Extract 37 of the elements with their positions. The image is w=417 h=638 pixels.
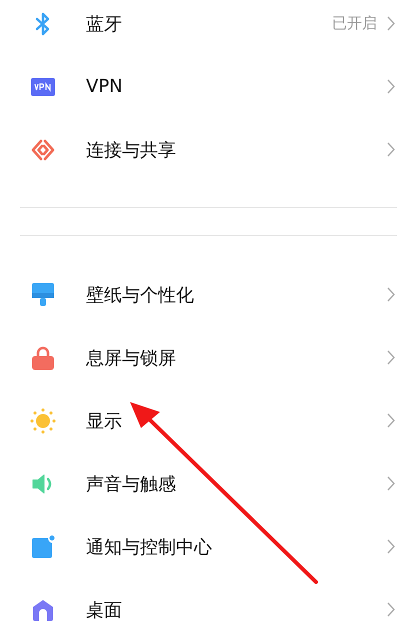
settings-item[interactable]: VPN xyxy=(0,55,417,118)
item-status: 已开启 xyxy=(332,14,377,33)
settings-item[interactable]: 显示 xyxy=(0,389,417,452)
item-label: 蓝牙 xyxy=(86,12,123,36)
settings-item[interactable]: 连接与共享 xyxy=(0,118,417,181)
vpn-icon xyxy=(31,78,55,96)
chevron-icon xyxy=(387,287,395,302)
chevron-icon xyxy=(387,79,395,94)
chevron-icon xyxy=(387,476,395,491)
chevron-icon xyxy=(387,413,395,428)
sun-icon xyxy=(30,408,56,434)
share-icon xyxy=(30,138,56,160)
chevron-icon xyxy=(387,350,395,365)
item-label: VPN xyxy=(86,76,124,97)
settings-item[interactable]: 通知与控制中心 xyxy=(0,515,417,578)
notification-icon xyxy=(31,534,55,558)
item-label: 桌面 xyxy=(86,598,123,622)
item-label: 声音与触感 xyxy=(86,472,177,496)
item-label: 壁纸与个性化 xyxy=(86,284,195,306)
chevron-icon xyxy=(387,16,395,31)
settings-item[interactable]: 声音与触感 xyxy=(0,452,417,515)
lock-icon xyxy=(32,346,54,370)
settings-item[interactable]: 息屏与锁屏 xyxy=(0,326,417,389)
chevron-icon xyxy=(387,539,395,554)
settings-item[interactable]: 蓝牙 已开启 xyxy=(0,0,417,55)
bluetooth-icon xyxy=(35,12,51,36)
item-label: 息屏与锁屏 xyxy=(86,346,177,370)
item-label: 连接与共享 xyxy=(86,138,177,162)
item-label: 通知与控制中心 xyxy=(86,536,213,558)
settings-item[interactable]: 壁纸与个性化 xyxy=(0,263,417,326)
chevron-icon xyxy=(387,602,395,617)
paint-brush-icon xyxy=(32,282,54,306)
settings-item[interactable]: 桌面 xyxy=(0,578,417,638)
speaker-icon xyxy=(32,472,54,494)
chevron-icon xyxy=(387,142,395,157)
home-icon xyxy=(32,598,54,620)
item-label: 显示 xyxy=(86,410,123,432)
